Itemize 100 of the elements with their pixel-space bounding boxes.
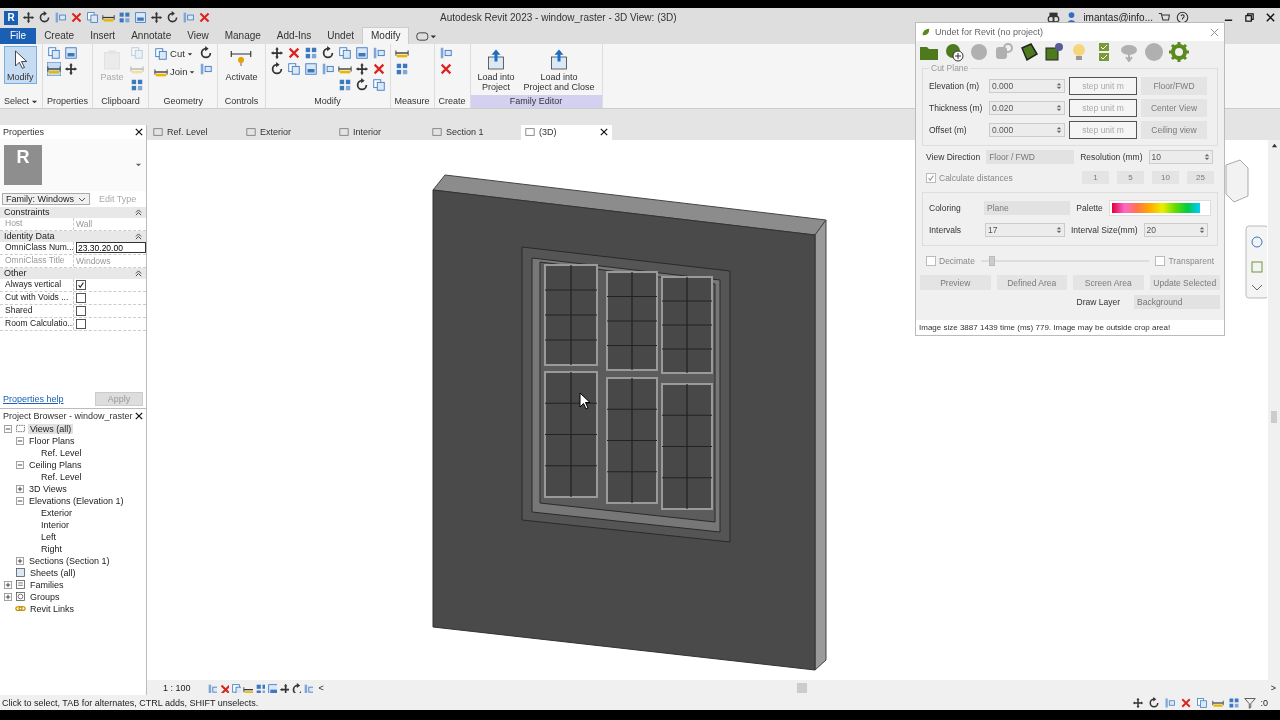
move-arrows-icon[interactable]: [150, 11, 163, 25]
move-arrows-icon[interactable]: [1132, 696, 1145, 709]
tree-item[interactable]: Sections (Section 1): [27, 555, 112, 566]
ribbon-tab[interactable]: Manage: [216, 27, 269, 44]
spinner-icon[interactable]: [1203, 151, 1210, 162]
tree-item[interactable]: Ref. Level: [39, 447, 84, 458]
ribbon-tab[interactable]: Insert: [82, 27, 124, 44]
grid-icon[interactable]: [1228, 696, 1241, 709]
collapse-icon[interactable]: [135, 208, 142, 216]
rotate-icon[interactable]: [199, 45, 214, 60]
number-field[interactable]: 17: [985, 223, 1065, 237]
ribbon-button[interactable]: Modify: [4, 45, 37, 84]
number-field[interactable]: 20: [1143, 223, 1208, 237]
ribbon-button[interactable]: Join: [153, 63, 197, 80]
tree-item[interactable]: Revit Links: [28, 603, 76, 614]
grid-icon[interactable]: [337, 77, 352, 92]
panel-icon[interactable]: [134, 11, 147, 25]
scrollbar-thumb[interactable]: [1271, 410, 1277, 423]
rotate-icon[interactable]: [38, 11, 51, 25]
document-tab[interactable]: Interior: [335, 124, 426, 140]
panel-title[interactable]: Select: [4, 96, 29, 107]
delete-icon[interactable]: [1180, 696, 1193, 709]
rotate-icon[interactable]: [166, 11, 179, 25]
gear-icon[interactable]: [1169, 42, 1189, 62]
expander-icon[interactable]: [16, 496, 24, 505]
delete-icon[interactable]: [286, 45, 301, 60]
spinner-icon[interactable]: [1056, 125, 1062, 135]
panel-title[interactable]: Measure: [394, 96, 430, 107]
caret-icon[interactable]: [135, 161, 142, 169]
tree-item[interactable]: Groups: [28, 591, 62, 602]
expander-icon[interactable]: [4, 592, 12, 601]
delete-icon[interactable]: [218, 682, 229, 693]
ribbon-tab[interactable]: Undet: [319, 27, 362, 44]
property-input[interactable]: 23.30.20.00: [76, 242, 146, 254]
grid-icon[interactable]: [303, 45, 318, 60]
tree-item[interactable]: Left: [39, 531, 58, 542]
collapse-icon[interactable]: [135, 269, 142, 277]
number-field[interactable]: 10: [1148, 149, 1213, 164]
ribbon-button[interactable]: Load into Project and Close: [520, 45, 598, 94]
panel-icon[interactable]: [266, 682, 277, 693]
copy-icon[interactable]: [1196, 696, 1209, 709]
ribbon-button[interactable]: Cut: [153, 45, 194, 62]
expander-icon[interactable]: [16, 460, 24, 469]
tree-item[interactable]: Sheets (all): [28, 567, 78, 578]
panel-menu-icon[interactable]: [415, 30, 438, 42]
tree-item[interactable]: 3D Views: [27, 483, 69, 494]
delete-icon[interactable]: [70, 11, 83, 25]
type-selector[interactable]: Family: Windows: [2, 192, 90, 205]
move-arrows-icon[interactable]: [278, 682, 289, 693]
document-tab[interactable]: Section 1: [428, 124, 519, 140]
expander-icon[interactable]: [4, 424, 12, 433]
grid-icon[interactable]: [130, 77, 145, 92]
panel-title[interactable]: Clipboard: [101, 96, 140, 107]
checkbox[interactable]: [76, 318, 86, 329]
scroll-right-arrow[interactable]: >: [1266, 682, 1280, 693]
panel-icon[interactable]: [64, 45, 78, 60]
document-tab[interactable]: Exterior: [242, 124, 333, 140]
scrollbar-thumb[interactable]: [796, 682, 807, 693]
expander-icon[interactable]: [16, 436, 24, 445]
ribbon-tab[interactable]: View: [179, 27, 217, 44]
tree-item[interactable]: Right: [39, 543, 64, 554]
ribbon-tab[interactable]: Create: [36, 27, 83, 44]
dimension-icon[interactable]: [47, 61, 61, 76]
help-icon[interactable]: [1176, 11, 1189, 25]
number-field[interactable]: 0.000: [989, 123, 1065, 137]
view-scale[interactable]: 1 : 100: [163, 682, 191, 693]
close-icon[interactable]: [1265, 12, 1276, 24]
collapse-icon[interactable]: [135, 232, 142, 240]
spinner-icon[interactable]: [1056, 225, 1062, 235]
ribbon-button[interactable]: Activate: [222, 45, 261, 84]
filter-icon[interactable]: [1244, 696, 1257, 709]
delete-icon[interactable]: [198, 11, 211, 25]
expander-icon[interactable]: [16, 556, 24, 565]
tree-item[interactable]: Ceiling Plans: [27, 459, 84, 470]
document-tab[interactable]: Ref. Level: [149, 124, 240, 140]
spinner-icon[interactable]: [1198, 225, 1205, 235]
move-arrows-icon[interactable]: [64, 61, 78, 76]
palette-dropdown[interactable]: [1108, 200, 1211, 216]
panel-title[interactable]: Controls: [224, 96, 259, 107]
ribbon-tab[interactable]: Annotate: [123, 27, 180, 44]
help-link[interactable]: Properties help: [3, 393, 64, 404]
move-arrows-icon[interactable]: [354, 61, 369, 76]
spinner-icon[interactable]: [1056, 81, 1062, 91]
panel-title[interactable]: Properties: [47, 96, 89, 107]
rotate-icon[interactable]: [320, 45, 335, 60]
checkbox[interactable]: [76, 279, 86, 290]
application-button[interactable]: R: [4, 10, 18, 25]
number-field[interactable]: 0.000: [989, 79, 1065, 93]
align-icon[interactable]: [438, 45, 453, 60]
grid-icon[interactable]: [394, 61, 409, 76]
tree-item[interactable]: Floor Plans: [27, 435, 77, 446]
close-icon[interactable]: [135, 411, 143, 420]
rotate-icon[interactable]: [290, 682, 301, 693]
restore-icon[interactable]: [1244, 12, 1255, 24]
add-icon[interactable]: [944, 42, 964, 62]
close-icon[interactable]: [135, 127, 143, 136]
rotate-icon[interactable]: [269, 61, 284, 76]
move-arrows-icon[interactable]: [269, 45, 284, 60]
grid-icon[interactable]: [254, 682, 265, 693]
tree-item[interactable]: Exterior: [39, 507, 74, 518]
